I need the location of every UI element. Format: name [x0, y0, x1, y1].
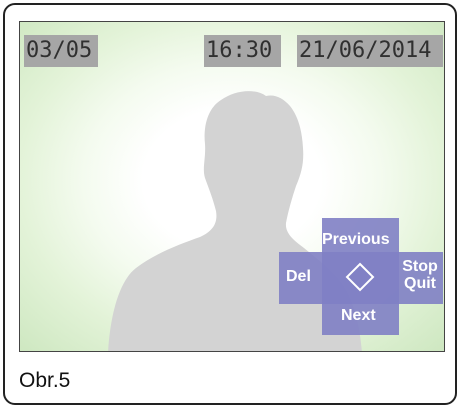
figure-caption: Obr.5	[19, 369, 71, 392]
previous-button[interactable]: Previous	[322, 231, 390, 248]
monitor-screen: 03/05 16:30 21/06/2014 Previous Next Del…	[19, 21, 445, 352]
quit-label: Quit	[404, 275, 436, 292]
stop-quit-button[interactable]: Stop Quit	[399, 258, 441, 292]
navigation-pad: Previous Next Del Stop Quit	[20, 22, 444, 351]
delete-button[interactable]: Del	[286, 268, 311, 285]
diamond-select-icon[interactable]	[345, 262, 375, 292]
stop-label: Stop	[402, 258, 438, 275]
next-button[interactable]: Next	[341, 307, 376, 324]
